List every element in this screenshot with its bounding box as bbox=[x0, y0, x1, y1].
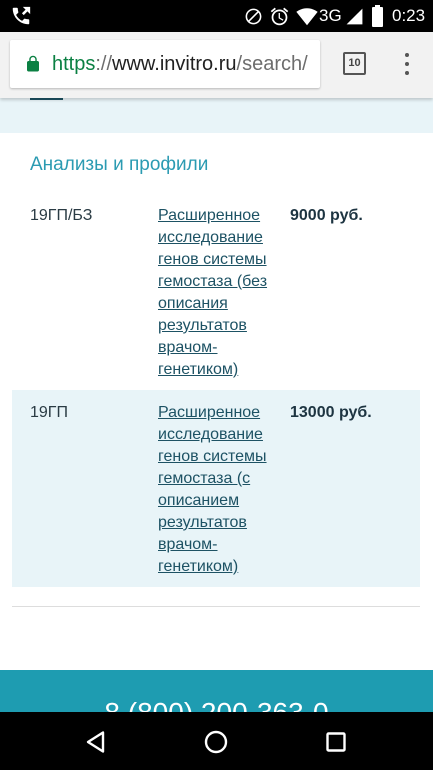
signal-icon bbox=[345, 7, 364, 26]
url-text: https://www.invitro.ru/search/ bbox=[52, 52, 308, 76]
menu-dot bbox=[405, 53, 409, 57]
test-price: 9000 руб. bbox=[290, 207, 363, 224]
url-scheme: https bbox=[52, 53, 96, 75]
menu-dot bbox=[405, 62, 409, 66]
partial-link-underline[interactable] bbox=[30, 98, 63, 100]
do-not-disturb-icon bbox=[244, 7, 263, 26]
home-icon[interactable] bbox=[203, 729, 229, 755]
table-row: 19ГП Расширенное исследование генов сист… bbox=[12, 390, 420, 587]
wifi-icon bbox=[296, 7, 318, 26]
test-price: 13000 руб. bbox=[290, 404, 372, 421]
test-code: 19ГП bbox=[30, 404, 68, 421]
url-separator: :// bbox=[95, 53, 113, 75]
clock: 0:23 bbox=[392, 6, 426, 25]
lock-icon bbox=[24, 54, 42, 74]
recents-icon[interactable] bbox=[323, 729, 349, 755]
alarm-icon bbox=[269, 6, 290, 27]
results-table: 19ГП/БЗ Расширенное исследование генов с… bbox=[12, 193, 420, 587]
back-icon[interactable] bbox=[83, 729, 109, 755]
url-path: /search/ bbox=[236, 53, 308, 75]
menu-dot bbox=[405, 71, 409, 75]
battery-icon bbox=[372, 5, 383, 27]
divider bbox=[12, 606, 420, 607]
section-title: Анализы и профили bbox=[30, 154, 209, 175]
test-name-link[interactable]: Расширенное исследование генов системы г… bbox=[158, 402, 284, 578]
network-type-label: 3G bbox=[319, 6, 342, 25]
tab-switcher-button[interactable]: 10 bbox=[343, 52, 366, 75]
phone-arrow-icon bbox=[10, 5, 32, 27]
url-bar[interactable]: https://www.invitro.ru/search/ bbox=[10, 40, 320, 88]
test-code: 19ГП/БЗ bbox=[30, 207, 93, 224]
status-bar: 3G 0:23 bbox=[0, 0, 433, 32]
overflow-menu-icon[interactable] bbox=[399, 50, 415, 80]
tab-count: 10 bbox=[348, 57, 361, 69]
footer-phone-link[interactable]: 8 (800) 200-363-0 bbox=[0, 697, 433, 712]
footer: 8 (800) 200-363-0 bbox=[0, 670, 433, 712]
browser-toolbar: https://www.invitro.ru/search/ 10 bbox=[0, 32, 433, 98]
test-name-link[interactable]: Расширенное исследование генов системы г… bbox=[158, 205, 284, 381]
url-host: www.invitro.ru bbox=[112, 53, 237, 75]
table-row: 19ГП/БЗ Расширенное исследование генов с… bbox=[12, 193, 420, 390]
page-content: Анализы и профили 19ГП/БЗ Расширенное ис… bbox=[0, 98, 433, 712]
previous-section-strip bbox=[0, 98, 433, 133]
navigation-bar bbox=[0, 712, 433, 770]
